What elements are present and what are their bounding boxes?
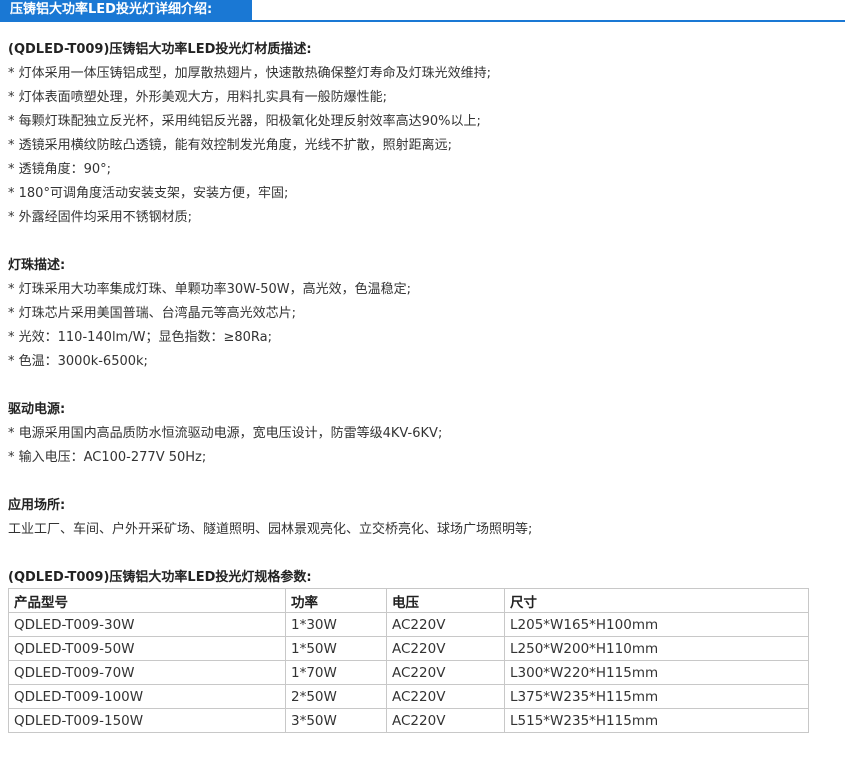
column-header-voltage: 电压 (386, 588, 505, 613)
cell-size: L205*W165*H100mm (504, 612, 809, 637)
spec-table: 产品型号 功率 电压 尺寸 QDLED-T009-30W 1*30W AC220… (8, 588, 809, 733)
cell-model: QDLED-T009-70W (8, 660, 286, 685)
table-row: QDLED-T009-70W 1*70W AC220V L300*W220*H1… (8, 660, 809, 685)
cell-size: L250*W200*H110mm (504, 636, 809, 661)
cell-model: QDLED-T009-30W (8, 612, 286, 637)
cell-size: L375*W235*H115mm (504, 684, 809, 709)
list-item: * 每颗灯珠配独立反光杯，采用纯铝反光器，阳极氧化处理反射效率高达90%以上; (8, 114, 481, 129)
list-item: 工业工厂、车间、户外开采矿场、隧道照明、园林景观亮化、立交桥亮化、球场广场照明等… (8, 522, 533, 537)
section-heading-material: (QDLED-T009)压铸铝大功率LED投光灯材质描述: (8, 42, 312, 57)
list-item: * 透镜角度：90°; (8, 162, 112, 177)
section-heading-application: 应用场所: (8, 498, 66, 513)
section-heading-spec: (QDLED-T009)压铸铝大功率LED投光灯规格参数: (8, 570, 312, 585)
header-tab-bar: 压铸铝大功率LED投光灯详细介绍: (0, 0, 845, 22)
cell-power: 1*30W (285, 612, 387, 637)
tab-product-details[interactable]: 压铸铝大功率LED投光灯详细介绍: (0, 0, 252, 22)
list-item: * 电源采用国内高品质防水恒流驱动电源，宽电压设计，防雷等级4KV-6KV; (8, 426, 443, 441)
cell-size: L515*W235*H115mm (504, 708, 809, 733)
cell-voltage: AC220V (386, 684, 505, 709)
cell-voltage: AC220V (386, 636, 505, 661)
cell-power: 3*50W (285, 708, 387, 733)
cell-model: QDLED-T009-100W (8, 684, 286, 709)
cell-power: 1*50W (285, 636, 387, 661)
list-item: * 透镜采用横纹防眩凸透镜，能有效控制发光角度，光线不扩散，照射距离远; (8, 138, 453, 153)
cell-voltage: AC220V (386, 660, 505, 685)
cell-power: 2*50W (285, 684, 387, 709)
list-item: * 灯珠芯片采用美国普瑞、台湾晶元等高光效芯片; (8, 306, 297, 321)
cell-model: QDLED-T009-50W (8, 636, 286, 661)
table-row: QDLED-T009-50W 1*50W AC220V L250*W200*H1… (8, 636, 809, 661)
table-row: QDLED-T009-100W 2*50W AC220V L375*W235*H… (8, 684, 809, 709)
list-item: * 灯体采用一体压铸铝成型，加厚散热翅片，快速散热确保整灯寿命及灯珠光效维持; (8, 66, 492, 81)
column-header-model: 产品型号 (8, 588, 286, 613)
section-heading-led: 灯珠描述: (8, 258, 66, 273)
table-row: QDLED-T009-150W 3*50W AC220V L515*W235*H… (8, 708, 809, 733)
list-item: * 灯珠采用大功率集成灯珠、单颗功率30W-50W，高光效，色温稳定; (8, 282, 411, 297)
cell-voltage: AC220V (386, 708, 505, 733)
list-item: * 180°可调角度活动安装支架，安装方便，牢固; (8, 186, 289, 201)
table-row: QDLED-T009-30W 1*30W AC220V L205*W165*H1… (8, 612, 809, 637)
cell-model: QDLED-T009-150W (8, 708, 286, 733)
cell-voltage: AC220V (386, 612, 505, 637)
table-header-row: 产品型号 功率 电压 尺寸 (8, 588, 809, 613)
list-item: * 光效：110-140lm/W；显色指数：≥80Ra; (8, 330, 272, 345)
column-header-size: 尺寸 (504, 588, 809, 613)
product-description: (QDLED-T009)压铸铝大功率LED投光灯材质描述: * 灯体采用一体压铸… (8, 38, 838, 590)
tab-underline (252, 20, 845, 22)
section-heading-driver: 驱动电源: (8, 402, 66, 417)
column-header-power: 功率 (285, 588, 387, 613)
list-item: * 色温：3000k-6500k; (8, 354, 148, 369)
cell-size: L300*W220*H115mm (504, 660, 809, 685)
list-item: * 外露经固件均采用不锈钢材质; (8, 210, 193, 225)
cell-power: 1*70W (285, 660, 387, 685)
list-item: * 输入电压：AC100-277V 50Hz; (8, 450, 207, 465)
list-item: * 灯体表面喷塑处理，外形美观大方，用料扎实具有一般防爆性能; (8, 90, 388, 105)
